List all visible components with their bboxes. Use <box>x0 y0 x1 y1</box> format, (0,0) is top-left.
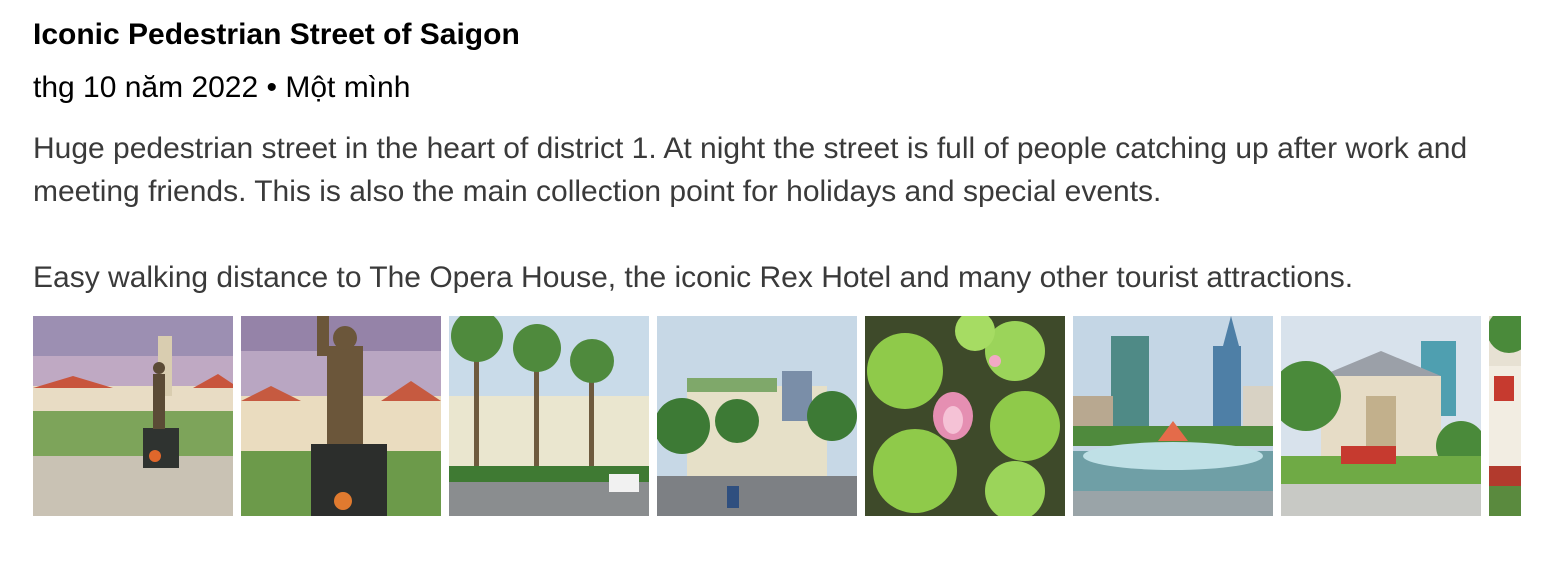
review-body: Huge pedestrian street in the heart of d… <box>33 127 1533 299</box>
photo-thumbnail[interactable] <box>865 316 1065 516</box>
photo-palm-street <box>449 316 649 516</box>
review-paragraph: Easy walking distance to The Opera House… <box>33 261 1354 294</box>
photo-strip <box>33 316 1521 516</box>
photo-thumbnail[interactable] <box>449 316 649 516</box>
photo-opera-house <box>1281 316 1481 516</box>
review-title[interactable]: Iconic Pedestrian Street of Saigon <box>33 18 520 52</box>
photo-partial <box>1489 316 1521 516</box>
photo-statue-city-hall <box>33 316 233 516</box>
photo-thumbnail[interactable] <box>657 316 857 516</box>
photo-thumbnail[interactable] <box>1489 316 1521 516</box>
photo-thumbnail[interactable] <box>1281 316 1481 516</box>
review-paragraph: Huge pedestrian street in the heart of d… <box>33 132 1468 208</box>
photo-thumbnail[interactable] <box>241 316 441 516</box>
photo-fountain-skyline <box>1073 316 1273 516</box>
photo-thumbnail[interactable] <box>1073 316 1273 516</box>
photo-street-buildings <box>657 316 857 516</box>
photo-lotus-pond <box>865 316 1065 516</box>
photo-statue-closeup <box>241 316 441 516</box>
review-meta: thg 10 năm 2022 • Một mình <box>33 71 411 104</box>
photo-thumbnail[interactable] <box>33 316 233 516</box>
